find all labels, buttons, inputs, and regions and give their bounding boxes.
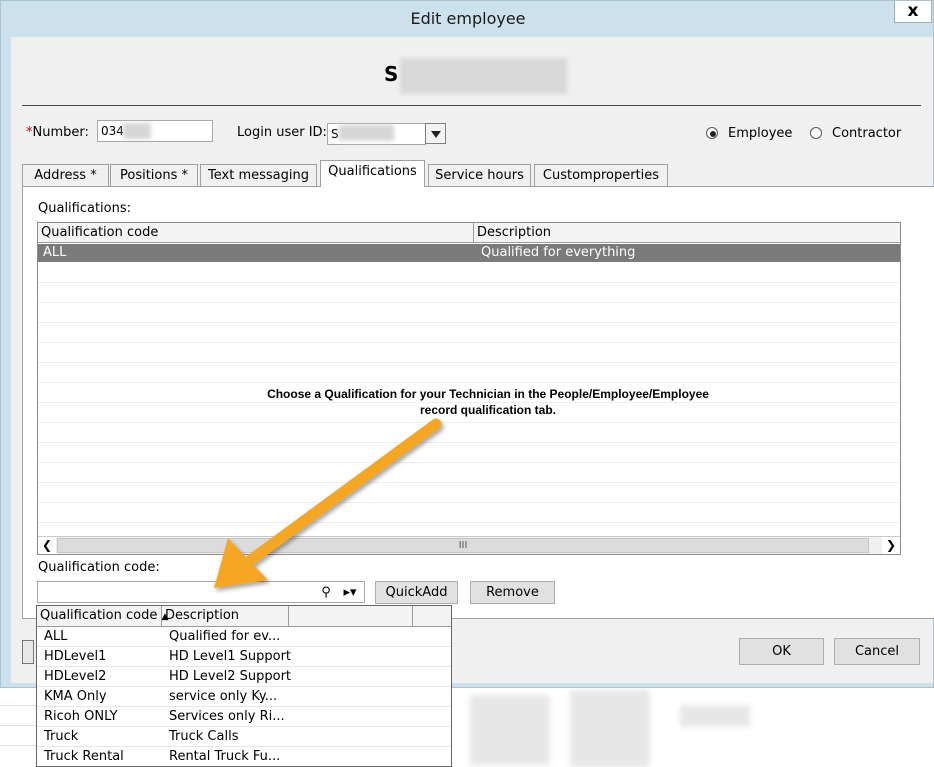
grid-row-line xyxy=(38,462,900,463)
annotation-line-1: Choose a Qualification for your Technici… xyxy=(267,387,709,401)
close-button[interactable]: x xyxy=(894,1,932,23)
remove-button[interactable]: Remove xyxy=(470,581,555,604)
row-code: ALL xyxy=(43,245,67,260)
grid-row-line xyxy=(38,422,900,423)
list-item[interactable]: Ricoh ONLY Services only Ri... xyxy=(37,707,451,727)
ok-button[interactable]: OK xyxy=(739,638,824,665)
number-label: Number: xyxy=(32,125,89,140)
login-user-id-redacted xyxy=(339,125,394,141)
background-row-line xyxy=(0,705,40,706)
table-row[interactable]: ALL Qualified for everything xyxy=(38,244,900,262)
column-header-description[interactable]: Description xyxy=(474,223,900,242)
list-item[interactable]: ALL Qualified for ev... xyxy=(37,627,451,647)
qualifications-section-label: Qualifications: xyxy=(38,201,132,216)
dropdown-column-description[interactable]: Description xyxy=(162,606,289,626)
dropdown-column-qualification-code[interactable]: Qualification code ▲ xyxy=(37,606,168,626)
employee-name-initial: S xyxy=(384,62,399,86)
list-item[interactable]: Truck Truck Calls xyxy=(37,727,451,747)
cancel-button[interactable]: Cancel xyxy=(834,638,920,665)
annotation-arrow-icon xyxy=(214,418,442,588)
employee-radio[interactable] xyxy=(706,127,718,139)
background-row-line xyxy=(0,725,40,726)
number-value: 034 xyxy=(101,124,124,138)
qualification-code-label: Qualification code: xyxy=(38,560,160,575)
tab-address[interactable]: Address * xyxy=(22,164,109,186)
left-edge-button[interactable] xyxy=(22,640,34,664)
list-item[interactable]: HDLevel1 HD Level1 Support xyxy=(37,647,451,667)
grid-row-line xyxy=(38,342,900,343)
list-item[interactable]: KMA Only service only Ky... xyxy=(37,687,451,707)
login-user-id-value: S xyxy=(331,127,339,141)
grid-row-line xyxy=(38,382,900,383)
column-header-qualification-code[interactable]: Qualification code xyxy=(38,223,474,242)
dropdown-header: Qualification code ▲ Description xyxy=(37,606,451,627)
number-redacted xyxy=(123,123,151,139)
scrollbar-thumb[interactable]: III xyxy=(57,538,869,553)
scroll-right-button[interactable]: ❯ xyxy=(882,537,900,554)
blurred-background-area xyxy=(570,690,650,767)
window-title: Edit employee xyxy=(410,9,526,28)
contractor-radio[interactable] xyxy=(810,127,822,139)
number-label-group: *Number: xyxy=(26,125,89,140)
login-user-id-dropdown-arrow[interactable] xyxy=(425,123,446,144)
blurred-background-area xyxy=(680,705,750,727)
employee-radio-label[interactable]: Employee xyxy=(728,126,792,141)
tab-positions[interactable]: Positions * xyxy=(110,164,198,186)
number-input[interactable]: 034 xyxy=(97,120,213,142)
row-description: Qualified for everything xyxy=(481,245,636,260)
grid-row-line xyxy=(38,502,900,503)
list-item[interactable]: HDLevel2 HD Level2 Support xyxy=(37,667,451,687)
tab-customproperties[interactable]: Customproperties xyxy=(534,164,668,186)
qualifications-grid-header: Qualification code Description xyxy=(38,223,900,243)
login-user-id-label: Login user ID: xyxy=(237,125,327,140)
blurred-background-area xyxy=(470,695,550,765)
employee-name-redacted xyxy=(400,58,567,94)
grid-row-line xyxy=(38,302,900,303)
grid-row-line xyxy=(38,322,900,323)
grid-row-line xyxy=(38,362,900,363)
grid-row-line xyxy=(38,442,900,443)
dropdown-column-empty xyxy=(413,606,451,626)
scroll-left-button[interactable]: ❮ xyxy=(38,537,56,554)
qualification-code-dropdown: Qualification code ▲ Description ALL Qual… xyxy=(36,605,452,767)
tab-text-messaging[interactable]: Text messaging xyxy=(200,164,317,186)
horizontal-scrollbar[interactable]: ❮ III ❯ xyxy=(38,536,900,554)
tab-qualifications[interactable]: Qualifications xyxy=(320,160,425,187)
grid-row-line xyxy=(38,282,900,283)
background-row-line xyxy=(0,745,40,746)
header-divider xyxy=(22,105,921,106)
grid-row-line xyxy=(38,522,900,523)
grid-row-line xyxy=(38,482,900,483)
dropdown-column-empty xyxy=(289,606,413,626)
tab-service-hours[interactable]: Service hours xyxy=(428,164,531,186)
list-item[interactable]: Truck Rental Rental Truck Fu... xyxy=(37,747,451,766)
contractor-radio-label[interactable]: Contractor xyxy=(832,126,901,141)
